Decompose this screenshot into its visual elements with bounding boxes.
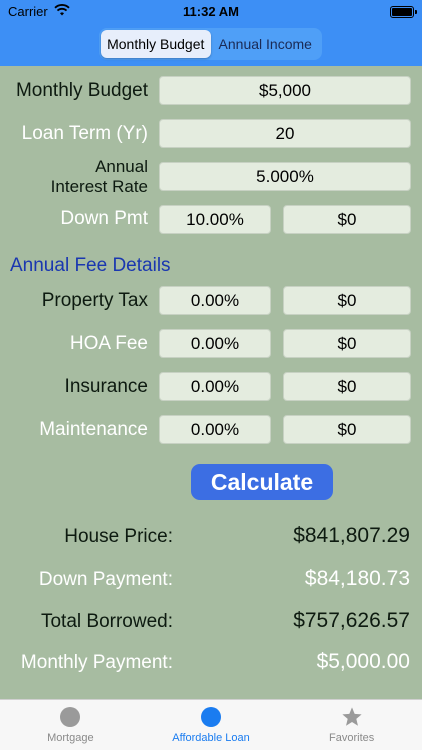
hoa-fee-amount-field[interactable]: $0: [283, 329, 411, 358]
tab-affordable-loan[interactable]: Affordable Loan: [141, 700, 282, 750]
monthly-budget-label: Monthly Budget: [15, 80, 148, 101]
monthly-payment-label: Monthly Payment:: [20, 652, 173, 673]
interest-rate-field[interactable]: 5.000%: [159, 162, 411, 191]
tab-bar: Mortgage Affordable Loan Favorites: [0, 699, 422, 750]
segment-annual-income[interactable]: Annual Income: [211, 30, 321, 58]
tab-favorites[interactable]: Favorites: [281, 700, 422, 750]
loan-term-field[interactable]: 20: [159, 119, 411, 148]
property-tax-amount-field[interactable]: $0: [283, 286, 411, 315]
status-time: 11:32 AM: [183, 4, 239, 19]
tab-affordable-loan-label: Affordable Loan: [172, 732, 250, 744]
segment-monthly-budget[interactable]: Monthly Budget: [101, 30, 211, 58]
insurance-percent-field[interactable]: 0.00%: [159, 372, 271, 401]
interest-rate-label-line1: Annual: [95, 157, 148, 176]
tab-mortgage-label: Mortgage: [47, 732, 94, 744]
house-price-label: House Price:: [64, 526, 173, 547]
status-bar: Carrier 11:32 AM: [0, 0, 422, 24]
house-price-value: $841,807.29: [293, 524, 410, 547]
property-tax-percent-field[interactable]: 0.00%: [159, 286, 271, 315]
total-borrowed-label: Total Borrowed:: [40, 611, 173, 632]
down-pmt-amount-field[interactable]: $0: [283, 205, 411, 234]
mode-segmented-control: Monthly Budget Annual Income: [99, 28, 322, 60]
circle-icon: [60, 707, 81, 727]
annual-fee-details-heading: Annual Fee Details: [10, 255, 171, 276]
down-payment-value: $84,180.73: [304, 567, 410, 590]
calculate-button[interactable]: Calculate: [191, 464, 333, 500]
hoa-fee-label: HOA Fee: [69, 333, 148, 354]
loan-term-label: Loan Term (Yr): [21, 123, 148, 144]
insurance-amount-field[interactable]: $0: [283, 372, 411, 401]
circle-icon: [201, 707, 221, 727]
maintenance-label: Maintenance: [39, 419, 148, 440]
maintenance-percent-field[interactable]: 0.00%: [159, 415, 271, 444]
monthly-payment-value: $5,000.00: [316, 650, 410, 673]
down-pmt-percent-field[interactable]: 10.00%: [159, 205, 271, 234]
star-icon: [342, 707, 362, 726]
down-pmt-label: Down Pmt: [60, 208, 148, 229]
insurance-label: Insurance: [64, 376, 148, 397]
property-tax-label: Property Tax: [41, 290, 148, 311]
battery-icon: [390, 6, 417, 18]
tab-favorites-label: Favorites: [329, 732, 375, 744]
monthly-budget-field[interactable]: $5,000: [159, 76, 411, 105]
down-payment-label: Down Payment:: [38, 569, 173, 590]
navigation-bar: Monthly Budget Annual Income: [0, 24, 422, 66]
interest-rate-label-line2: Interest Rate: [50, 177, 148, 196]
hoa-fee-percent-field[interactable]: 0.00%: [159, 329, 271, 358]
interest-rate-label: Annual Interest Rate: [0, 157, 148, 197]
maintenance-amount-field[interactable]: $0: [283, 415, 411, 444]
tab-mortgage[interactable]: Mortgage: [0, 700, 141, 750]
total-borrowed-value: $757,626.57: [293, 609, 410, 632]
